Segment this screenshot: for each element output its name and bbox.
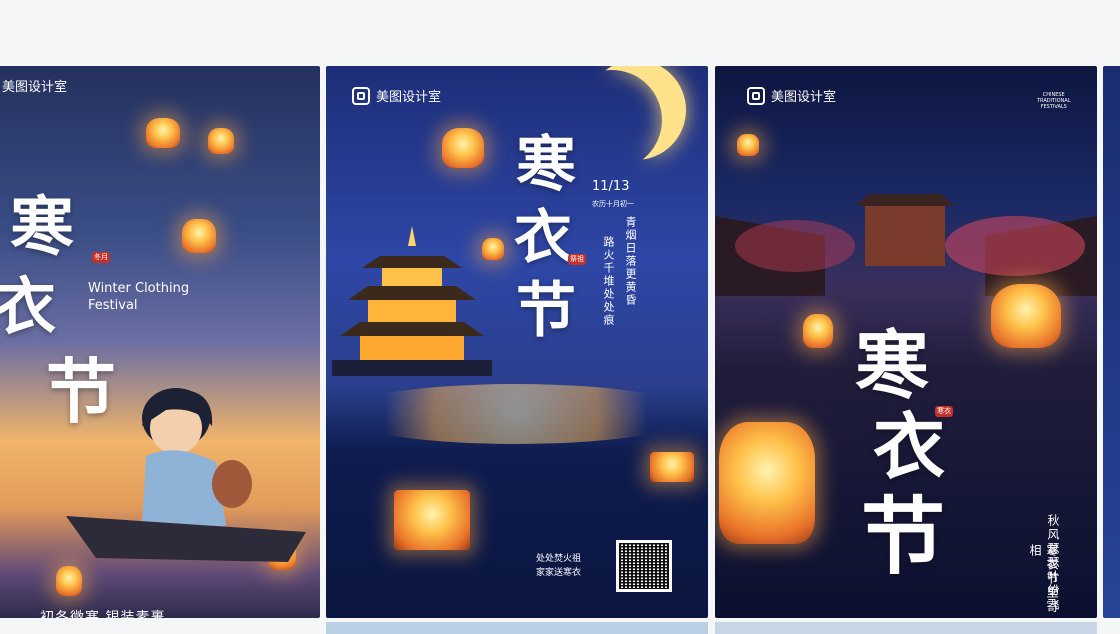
title-char: 寒	[10, 190, 74, 265]
next-row-card-edge[interactable]	[326, 622, 708, 634]
floating-lantern-icon	[394, 490, 470, 550]
brand-label: 美图设计室	[747, 86, 836, 105]
seal-stamp: 祭祖	[568, 254, 586, 265]
lunar-date-label: 农历十月初一	[592, 200, 634, 208]
lantern-lights-glow	[336, 384, 696, 444]
title-char: 节	[861, 487, 946, 586]
floating-lantern-icon	[650, 452, 694, 482]
lantern-icon	[442, 128, 484, 168]
lantern-icon	[991, 284, 1061, 348]
girl-in-boat-illustration	[66, 388, 306, 562]
brand-logo-icon	[352, 86, 370, 105]
title-char: 衣	[0, 270, 57, 343]
lantern-icon	[182, 219, 216, 253]
seal-stamp: 冬月	[92, 252, 110, 263]
lantern-icon	[208, 128, 234, 154]
brand-logo-icon	[747, 86, 765, 105]
crescent-moon-icon	[562, 70, 662, 170]
poster-card-2[interactable]: 美图设计室 寒 衣 节 祭祖 11/13 农历十月初一 青烟日落更黄昏 路火千堆…	[326, 66, 708, 618]
lantern-icon	[719, 422, 815, 544]
brand-label: 美图设计室	[352, 86, 441, 105]
date-label: 11/13	[592, 179, 630, 194]
poem-line: 寒衣节里寄相	[1028, 544, 1059, 614]
qr-code	[616, 540, 672, 592]
poster-card-1[interactable]: 美图设计室 寒 衣 节 冬月 Winter Clothing Festival …	[0, 66, 320, 618]
corner-label: CHINESE TRADITIONAL FESTIVALS	[1037, 92, 1071, 110]
poster-card-4[interactable]	[1103, 66, 1120, 618]
lantern-icon	[146, 118, 180, 148]
english-title: Winter Clothing Festival	[88, 281, 190, 313]
poem-line: 路火千堆处处痕	[602, 236, 615, 327]
lantern-icon	[803, 314, 833, 348]
seal-stamp: 寒衣	[935, 406, 953, 417]
bottom-caption: 处处焚火祖 家家送寒衣	[536, 554, 582, 578]
bottom-caption: 初冬微寒 银装素裹	[40, 610, 166, 618]
poem-line: 青烟日落更黄昏	[624, 216, 637, 307]
lantern-icon	[737, 134, 759, 156]
next-row-card-edge[interactable]	[715, 622, 1097, 634]
lantern-icon	[56, 566, 82, 596]
title-char: 节	[516, 276, 576, 346]
poster-card-3[interactable]: 美图设计室 CHINESE TRADITIONAL FESTIVALS 寒 衣 …	[715, 66, 1097, 618]
pagoda-illustration	[332, 226, 492, 376]
brand-label: 美图设计室	[2, 80, 68, 95]
